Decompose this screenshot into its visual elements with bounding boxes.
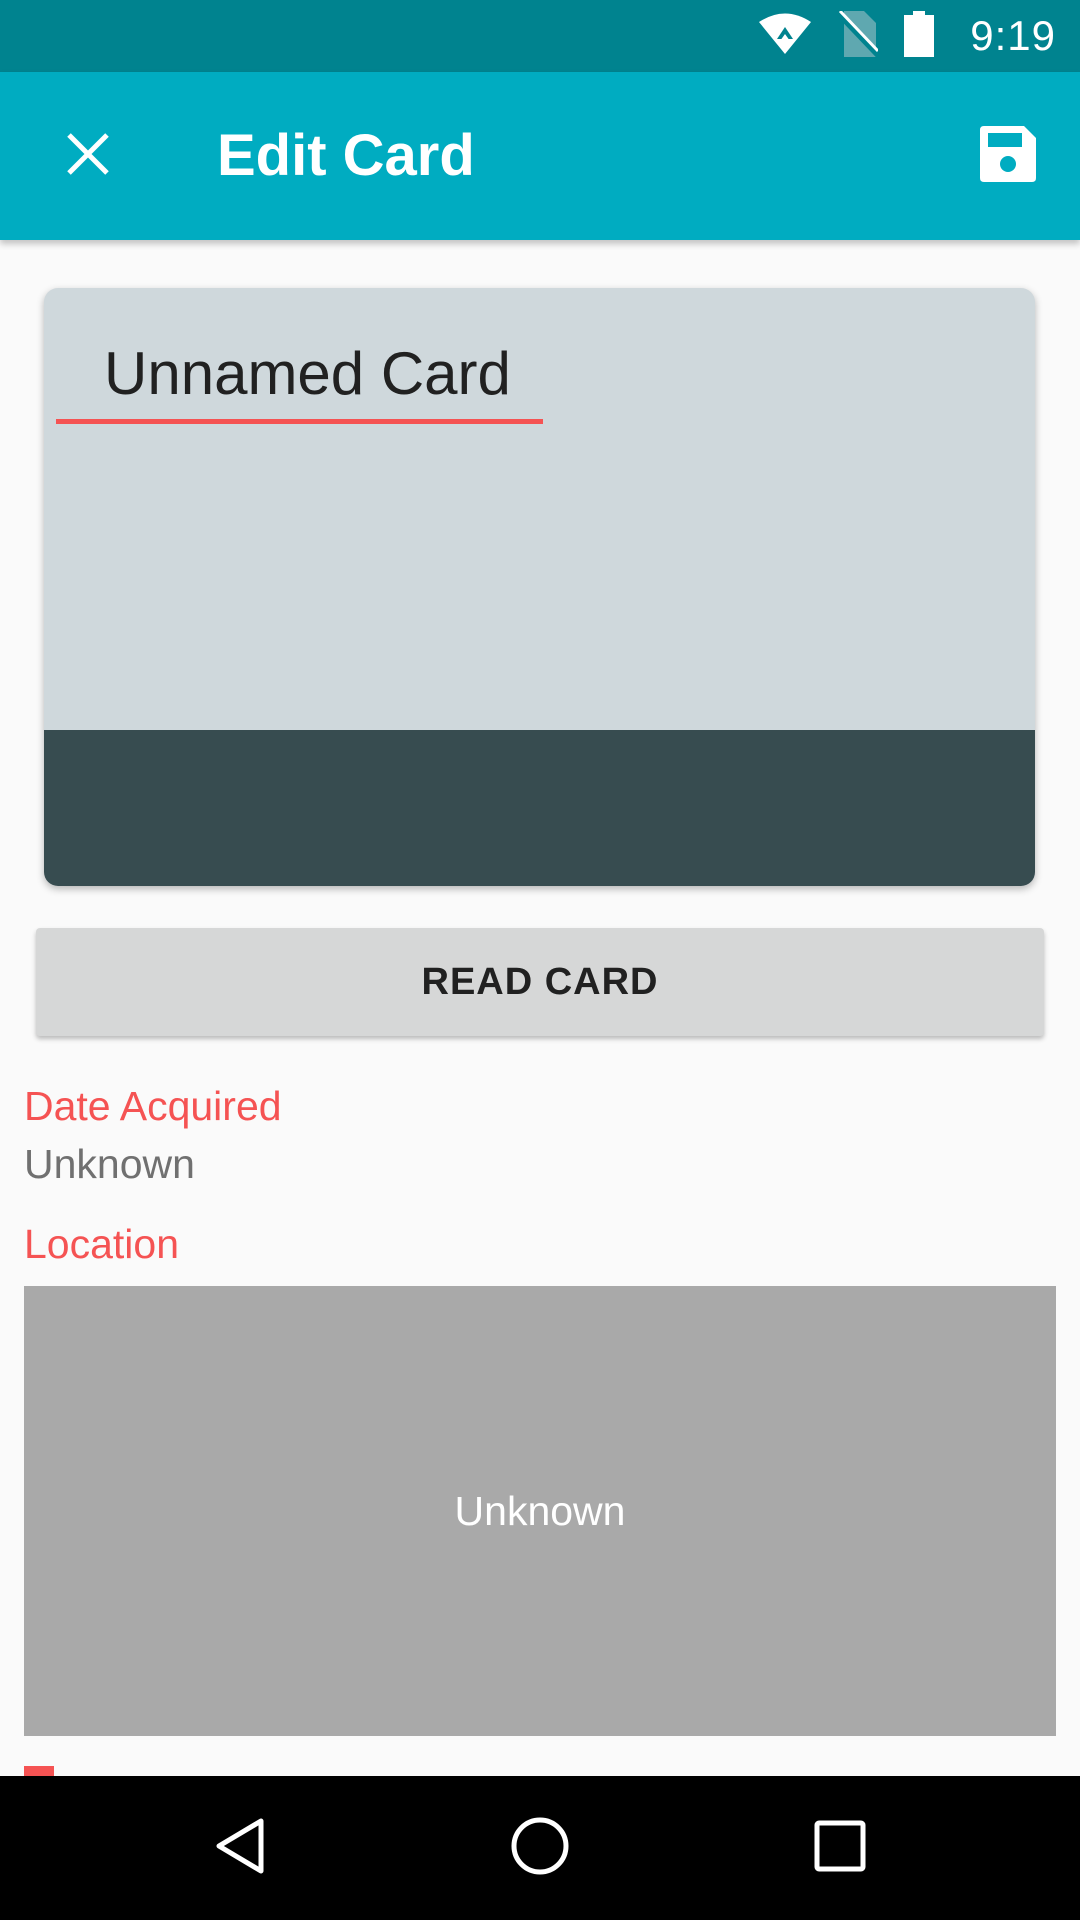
wifi-icon <box>758 13 812 60</box>
card-name-input[interactable] <box>56 328 543 424</box>
next-field-label-peek <box>24 1762 64 1776</box>
card-stripe <box>44 730 1035 886</box>
read-card-button[interactable]: READ CARD <box>36 928 1044 1036</box>
date-acquired-value[interactable]: Unknown <box>24 1141 195 1188</box>
next-field-label-fragment <box>24 1766 54 1776</box>
save-icon <box>980 125 1036 187</box>
app-bar: Edit Card <box>0 72 1080 240</box>
location-map[interactable]: Unknown <box>24 1286 1056 1736</box>
no-sim-icon <box>836 9 881 62</box>
back-button[interactable] <box>192 1800 288 1896</box>
status-time: 9:19 <box>970 12 1056 59</box>
close-button[interactable] <box>40 108 136 204</box>
navigation-bar <box>0 1776 1080 1920</box>
battery-icon <box>904 10 935 62</box>
date-acquired-label: Date Acquired <box>24 1083 282 1129</box>
close-icon <box>66 132 110 181</box>
recents-button[interactable] <box>792 1800 888 1896</box>
recents-icon <box>814 1820 866 1877</box>
home-icon <box>510 1816 570 1881</box>
status-icons: 9:19 <box>758 0 1056 72</box>
back-icon <box>213 1817 267 1880</box>
card-preview <box>44 288 1035 886</box>
location-value: Unknown <box>454 1487 626 1534</box>
status-bar: 9:19 <box>0 0 1080 72</box>
page-title: Edit Card <box>217 123 475 188</box>
home-button[interactable] <box>492 1800 588 1896</box>
location-label: Location <box>24 1221 180 1267</box>
save-button[interactable] <box>960 108 1056 204</box>
